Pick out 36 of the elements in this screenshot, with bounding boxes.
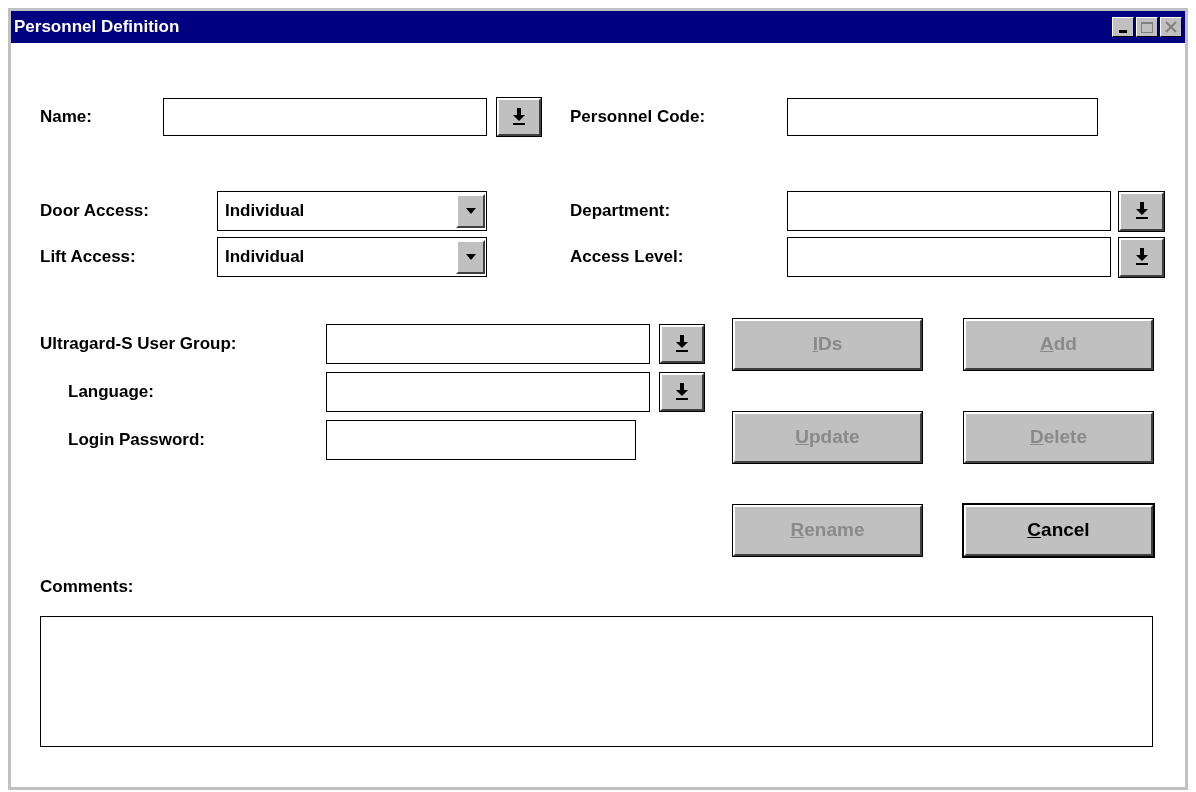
field-label: Department:: [570, 200, 672, 223]
field-label: Door Access:: [40, 200, 150, 223]
input-field[interactable]: [787, 98, 1098, 136]
lookup-button[interactable]: [660, 373, 704, 411]
lookup-button[interactable]: [1119, 237, 1164, 277]
input-field[interactable]: [787, 191, 1111, 231]
lookup-button[interactable]: [660, 325, 704, 363]
field-label: Personnel Code:: [570, 106, 707, 129]
dropdown-field[interactable]: Individual: [217, 191, 487, 231]
input-field[interactable]: [326, 324, 650, 364]
down-arrow-icon: [512, 108, 526, 126]
input-field[interactable]: [326, 372, 650, 412]
field-label: Name:: [40, 106, 93, 129]
down-arrow-icon: [675, 335, 689, 353]
lookup-button[interactable]: [1119, 191, 1164, 231]
field-label: Login Password:: [68, 429, 205, 452]
comments-field[interactable]: [40, 615, 1153, 747]
dropdown-field[interactable]: Individual: [217, 237, 487, 277]
input-field[interactable]: [326, 420, 636, 460]
close-button[interactable]: [1160, 17, 1182, 37]
down-arrow-icon: [1134, 202, 1149, 220]
close-icon: [1165, 21, 1177, 33]
down-arrow-icon: [675, 383, 689, 401]
field-label: Access Level:: [570, 246, 685, 269]
minimize-button[interactable]: [1112, 17, 1134, 37]
lookup-button[interactable]: [497, 98, 541, 136]
field-label: Ultragard-S User Group:: [40, 333, 237, 356]
down-arrow-icon: [1134, 248, 1149, 266]
action-button[interactable]: Cancel: [964, 505, 1153, 556]
input-field[interactable]: [787, 237, 1111, 277]
field-label: Language:: [68, 381, 154, 404]
maximize-button[interactable]: [1136, 17, 1158, 37]
input-field[interactable]: [163, 98, 487, 136]
window-title: Personnel Definition: [14, 16, 180, 39]
field-label: Lift Access:: [40, 246, 137, 269]
field-label: Comments:: [40, 576, 135, 598]
